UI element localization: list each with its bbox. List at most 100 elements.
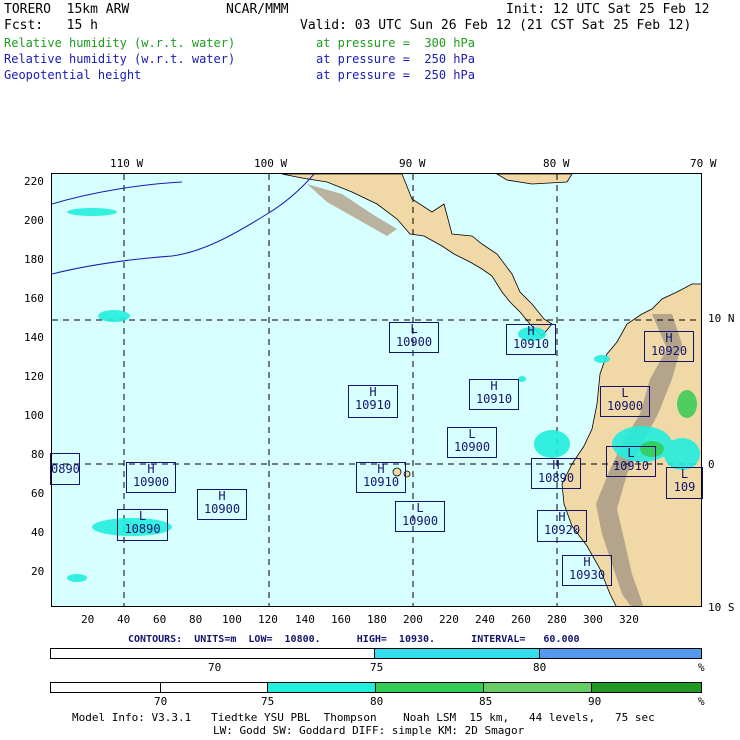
contour-label-box: L 10910 [606, 446, 656, 477]
model-title: TORERO 15km ARW [4, 2, 130, 17]
legend-300-bar [50, 682, 702, 693]
y-tick-20: 20 [31, 565, 45, 578]
contour-label-box: H 10920 [644, 331, 694, 362]
model-physics: LW: Godd SW: Goddard DIFF: simple KM: 2D… [213, 724, 525, 737]
y-tick-40: 40 [31, 526, 45, 539]
label-value: 10910 [612, 459, 650, 473]
label-value: 10900 [606, 399, 644, 413]
y-tick-220: 220 [24, 175, 44, 188]
contour-label-box: H 10930 [562, 555, 612, 586]
label-value: 10920 [543, 523, 581, 537]
y-tick-160: 160 [24, 292, 44, 305]
label-value: 10910 [512, 337, 550, 351]
label-value: 10900 [203, 502, 241, 516]
contour-label-box: H 10910 [356, 462, 406, 493]
x-tick-120: 120 [258, 613, 278, 626]
legend-swatch [483, 683, 593, 692]
field-1-level: at pressure = 300 hPa [316, 36, 475, 50]
label-value: 10900 [395, 335, 433, 349]
valid-time: Valid: 03 UTC Sun 26 Feb 12 (21 CST Sat … [300, 18, 692, 33]
label-value: 10920 [650, 344, 688, 358]
x-tick-240: 240 [475, 613, 495, 626]
label-letter: H [490, 379, 498, 393]
field-1-name: Relative humidity (w.r.t. water) [4, 36, 236, 50]
label-letter: L [627, 446, 635, 460]
lat-label-10s: 10 S [708, 601, 735, 614]
x-tick-220: 220 [439, 613, 459, 626]
model-info: Model Info: V3.3.1 Tiedtke YSU PBL Thomp… [72, 711, 655, 724]
x-tick-20: 20 [81, 613, 95, 626]
contour-label-box: H 10910 [348, 385, 398, 418]
lon-label-100w: 100 W [254, 157, 288, 170]
legend-swatch [539, 649, 701, 658]
label-letter: H [147, 462, 155, 476]
label-letter: H [218, 489, 226, 503]
field-2-level: at pressure = 250 hPa [316, 52, 475, 66]
contour-label-box-edge: 0890 [50, 453, 80, 485]
legend-300-label: % [698, 695, 705, 708]
legend-300-label: 90 [588, 695, 602, 708]
label-letter: L [138, 509, 147, 523]
x-tick-320: 320 [619, 613, 639, 626]
label-letter: L [621, 386, 629, 400]
contour-info: CONTOURS: UNITS=m LOW= 10800. HIGH= 1093… [128, 634, 580, 645]
x-tick-260: 260 [511, 613, 531, 626]
x-tick-300: 300 [583, 613, 603, 626]
lon-label-110w: 110 W [110, 157, 144, 170]
y-tick-100: 100 [24, 409, 44, 422]
legend-250-label: 70 [208, 661, 222, 674]
label-value: 109 [673, 480, 696, 494]
label-value: 10890 [124, 522, 161, 536]
y-tick-80: 80 [31, 448, 45, 461]
x-tick-160: 160 [331, 613, 351, 626]
label-value: 0890 [51, 462, 80, 476]
forecast-hour: Fcst: 15 h [4, 18, 98, 33]
x-tick-140: 140 [295, 613, 315, 626]
label-value: 10900 [132, 475, 170, 489]
y-tick-120: 120 [24, 370, 44, 383]
label-letter: H [552, 458, 560, 472]
lat-label-10n: 10 N [708, 312, 735, 325]
label-letter: H [558, 510, 566, 524]
contour-label-box: H 10910 [469, 379, 519, 410]
center-label: NCAR/MMM [226, 2, 289, 17]
land-central-america [281, 174, 553, 337]
legend-swatch [51, 683, 161, 692]
label-value: 10910 [475, 392, 513, 406]
contour-line [52, 181, 183, 205]
x-tick-280: 280 [547, 613, 567, 626]
legend-swatch [376, 683, 484, 692]
field-3-name: Geopotential height [4, 68, 142, 82]
contour-label-box: L 10900 [389, 322, 439, 353]
legend-300-label: 80 [370, 695, 384, 708]
x-tick-200: 200 [403, 613, 423, 626]
field-3-level: at pressure = 250 hPa [316, 68, 475, 82]
label-letter: H [377, 462, 385, 476]
contour-label-box: H 10900 [197, 489, 247, 520]
label-letter: L [416, 501, 424, 515]
label-value: 10930 [568, 568, 606, 582]
legend-swatch [268, 683, 376, 692]
x-tick-80: 80 [189, 613, 203, 626]
y-tick-60: 60 [31, 487, 45, 500]
label-letter: H [527, 324, 535, 338]
init-time: Init: 12 UTC Sat 25 Feb 12 [506, 2, 710, 17]
contour-label-box-edge: L 109 [666, 467, 703, 499]
label-letter: H [665, 331, 673, 345]
legend-swatch [51, 649, 375, 658]
legend-300-label: 70 [154, 695, 168, 708]
x-tick-180: 180 [367, 613, 387, 626]
label-value: 10900 [401, 514, 439, 528]
contour-label-box: L 10890 [117, 509, 168, 541]
label-letter: L [680, 467, 689, 481]
label-value: 10890 [537, 471, 575, 485]
legend-300-label: 75 [261, 695, 275, 708]
label-letter: L [468, 427, 476, 441]
field-2-name: Relative humidity (w.r.t. water) [4, 52, 236, 66]
contour-label-box: H 10910 [506, 324, 556, 355]
contour-label-box: L 10900 [447, 427, 497, 458]
contour-label-box: L 10900 [395, 501, 445, 532]
y-tick-180: 180 [24, 253, 44, 266]
label-value: 10910 [354, 398, 392, 412]
height-contours [52, 174, 315, 275]
